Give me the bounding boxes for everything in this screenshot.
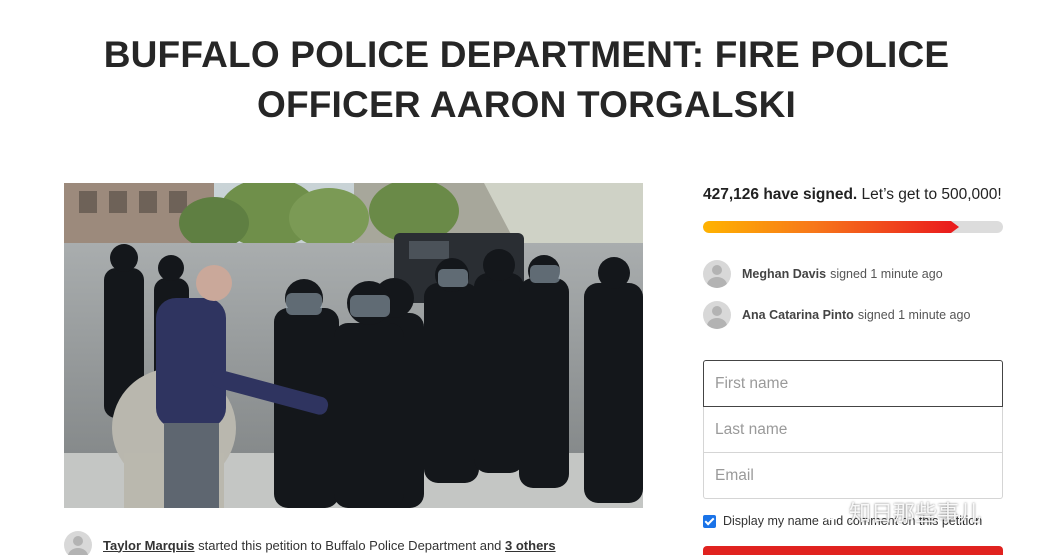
petition-title: BUFFALO POLICE DEPARTMENT: FIRE POLICE O… bbox=[0, 30, 1053, 130]
avatar bbox=[703, 260, 731, 288]
progress-tip bbox=[951, 221, 959, 233]
goal-text: Let’s get to 500,000! bbox=[857, 186, 1002, 203]
checkbox-checked-icon[interactable] bbox=[703, 514, 716, 528]
wechat-watermark: 知日那些事儿 bbox=[815, 496, 981, 528]
sign-petition-button[interactable] bbox=[703, 546, 1003, 555]
signature-panel: 427,126 have signed. Let’s get to 500,00… bbox=[703, 183, 1003, 330]
recent-signer: Ana Catarina Pinto signed 1 minute ago bbox=[703, 300, 1003, 330]
email-field[interactable] bbox=[703, 453, 1003, 499]
petition-title-line-2: OFFICER AARON TORGALSKI bbox=[256, 84, 797, 125]
starter-middle-text: started this petition to Buffalo Police … bbox=[194, 537, 506, 553]
signed-count: 427,126 have signed. bbox=[703, 186, 858, 203]
signer-name: Meghan Davis bbox=[742, 267, 827, 281]
starter-avatar bbox=[64, 531, 92, 555]
watermark-text: 知日那些事儿 bbox=[849, 501, 982, 526]
others-link[interactable]: 3 others bbox=[505, 538, 556, 553]
petition-starter: Taylor Marquis started this petition to … bbox=[64, 530, 556, 555]
first-name-field[interactable] bbox=[703, 360, 1003, 407]
recent-signer: Meghan Davis signed 1 minute ago bbox=[703, 259, 1003, 289]
signature-count: 427,126 have signed. Let’s get to 500,00… bbox=[703, 183, 1003, 207]
signer-action: signed 1 minute ago bbox=[830, 267, 943, 281]
signer-name: Ana Catarina Pinto bbox=[742, 308, 854, 322]
progress-fill bbox=[703, 221, 951, 233]
last-name-field[interactable] bbox=[703, 407, 1003, 453]
sign-form bbox=[703, 360, 1003, 499]
starter-name-link[interactable]: Taylor Marquis bbox=[103, 538, 195, 553]
wechat-icon bbox=[815, 503, 839, 521]
signer-action: signed 1 minute ago bbox=[857, 308, 971, 322]
signature-progress-bar bbox=[703, 221, 1003, 233]
avatar bbox=[703, 301, 731, 329]
petition-title-line-1: BUFFALO POLICE DEPARTMENT: FIRE POLICE bbox=[103, 34, 950, 75]
petition-photo bbox=[64, 183, 643, 508]
